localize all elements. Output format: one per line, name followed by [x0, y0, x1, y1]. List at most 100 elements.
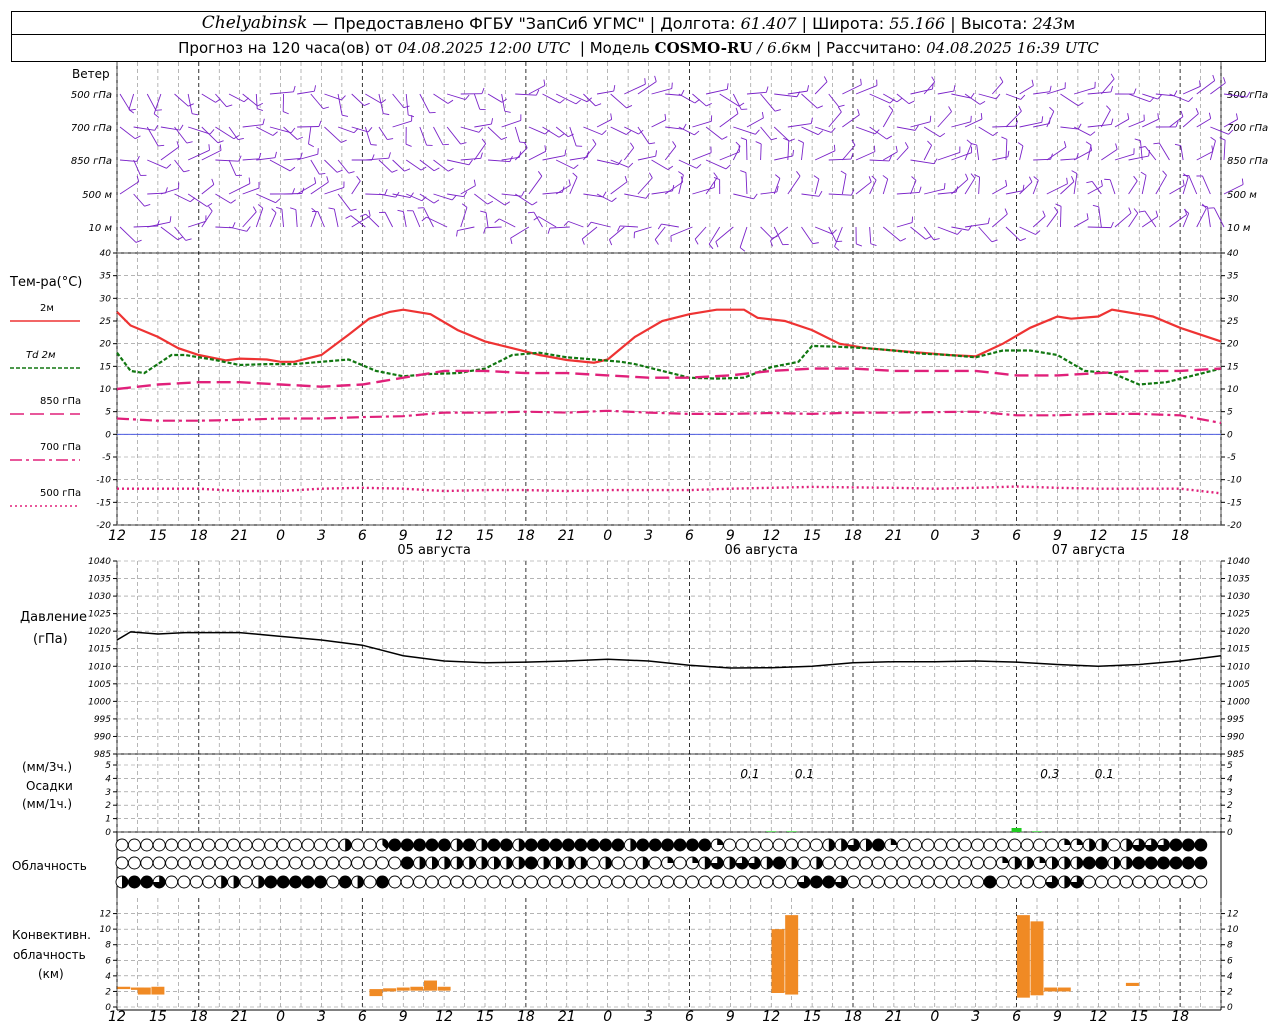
- cloud-cover-icon: [239, 875, 253, 889]
- temp-tick-label-right: -5: [1227, 453, 1236, 463]
- cloud-cover-icon: [933, 875, 947, 889]
- wind-barb: [351, 215, 371, 228]
- wind-barb: [814, 178, 820, 195]
- pressure-tick-label-right: 995: [1227, 715, 1244, 725]
- precip-annotation: 0.3: [1040, 767, 1059, 781]
- wind-barb: [405, 159, 422, 171]
- wind-barb: [384, 212, 393, 228]
- wind-barb: [692, 93, 707, 107]
- wind-barb: [896, 93, 910, 105]
- wind-barb-flag: [833, 144, 836, 151]
- cloud-cover-icon: [574, 875, 588, 889]
- convective-tick-label-left: 10: [100, 925, 112, 935]
- wind-barb: [201, 126, 219, 144]
- wind-barb-flag: [1017, 142, 1024, 147]
- wind-barb: [515, 93, 537, 96]
- convective-bar: [1016, 915, 1030, 998]
- time-tick-label: 0: [930, 528, 939, 544]
- wind-barb-flag: [1028, 176, 1033, 183]
- wind-barb-flag: [341, 114, 349, 117]
- wind-barb-flag: [547, 227, 551, 234]
- wind-barb: [569, 126, 577, 147]
- wind-barb: [882, 178, 889, 195]
- temp-legend-label: 700 гПа: [40, 442, 81, 453]
- temp-tick-label-right: 15: [1227, 362, 1239, 372]
- precip-tick-label-right: 3: [1227, 788, 1233, 798]
- wind-barb: [528, 150, 546, 161]
- wind-barb: [255, 208, 264, 228]
- wind-barb-flag: [587, 221, 592, 228]
- cloud-cover-icon: [264, 838, 278, 852]
- pressure-tick-label-right: 1015: [1227, 645, 1250, 655]
- wind-barb-flag: [1182, 179, 1185, 186]
- cloud-cover-icon: [1033, 838, 1047, 852]
- time-tick-label-bottom: 9: [726, 1009, 735, 1024]
- wind-barb-flag: [1066, 177, 1068, 184]
- cloud-cover-icon: [673, 838, 687, 852]
- wind-barb-flag: [451, 195, 457, 201]
- pressure-tick-label-right: 1005: [1227, 680, 1250, 690]
- convective-bar: [785, 915, 799, 995]
- precip-tick-label-right: 1: [1227, 815, 1233, 825]
- wind-barb-flag: [774, 109, 781, 112]
- wind-barb-flag: [521, 190, 525, 197]
- convective-tick-label-right: 0: [1227, 1003, 1233, 1013]
- wind-barb: [119, 93, 131, 111]
- cloud-cover-icon: [772, 838, 786, 852]
- wind-barb-flag: [740, 137, 747, 141]
- wind-barb: [855, 151, 876, 161]
- cloud-cover-icon: [859, 838, 873, 852]
- temp-tick-label-left: 20: [100, 340, 112, 350]
- wind-barb-flag: [992, 131, 999, 136]
- convective-tick-label-right: 10: [1227, 925, 1239, 935]
- wind-barb-flag: [293, 85, 296, 92]
- wind-barb: [228, 159, 237, 176]
- wind-barb-flag: [447, 99, 454, 104]
- wind-barb-flag: [1086, 213, 1089, 220]
- cloud-cover-icon: [499, 856, 513, 870]
- wind-barb-flag: [191, 113, 199, 116]
- wind-barb: [1032, 180, 1039, 195]
- wind-barb-flag: [558, 133, 565, 138]
- cloud-cover-icon: [189, 875, 203, 889]
- cloud-cover-icon: [289, 856, 303, 870]
- wind-barb-flag: [272, 131, 278, 136]
- cloud-cover-icon: [847, 856, 861, 870]
- wind-barb-flag: [1071, 170, 1078, 174]
- precip-annotation: 0.1: [1095, 767, 1114, 781]
- temp-legend-label: 850 гПа: [40, 396, 81, 407]
- wind-barb-flag: [573, 164, 579, 169]
- wind-barb: [651, 119, 666, 128]
- cloud-cover-icon: [127, 875, 141, 889]
- cloud-cover-icon: [636, 838, 650, 852]
- wind-barb-flag: [1180, 110, 1184, 117]
- wind-barb: [787, 175, 801, 195]
- wind-barb: [1101, 148, 1118, 161]
- cloud-cover-icon: [140, 856, 154, 870]
- cloud-cover-icon: [537, 856, 551, 870]
- cloud-cover-icon: [251, 856, 265, 870]
- cloud-cover-icon: [1020, 838, 1034, 852]
- wind-barb: [419, 93, 431, 114]
- cloud-cover-icon: [1169, 856, 1183, 870]
- convective-bar: [423, 980, 437, 991]
- cloud-cover-icon: [1095, 838, 1109, 852]
- wind-barb: [624, 126, 639, 135]
- cloud-cover-icon: [772, 856, 786, 870]
- wind-barb-flag: [966, 139, 972, 145]
- cloud-cover-icon: [648, 856, 662, 870]
- time-tick-label-bottom: 21: [885, 1009, 903, 1024]
- wind-barb-flag: [246, 226, 251, 232]
- meteogram: -20 -20-15 -15-10 -10-5 -50 05 510 1015 1520 2025…: [10, 62, 1268, 1024]
- cloud-cover-icon: [127, 838, 141, 852]
- wind-barb: [583, 93, 596, 107]
- time-tick-label: 6: [685, 528, 694, 544]
- wind-barb: [992, 125, 1016, 128]
- wind-barb: [828, 193, 852, 196]
- cloud-cover-icon: [1070, 838, 1084, 852]
- wind-barb: [283, 193, 302, 195]
- cloud-cover-icon: [921, 875, 935, 889]
- cloud-cover-icon: [189, 856, 203, 870]
- wind-barb-flag: [356, 175, 361, 182]
- cloud-cover-icon: [809, 838, 823, 852]
